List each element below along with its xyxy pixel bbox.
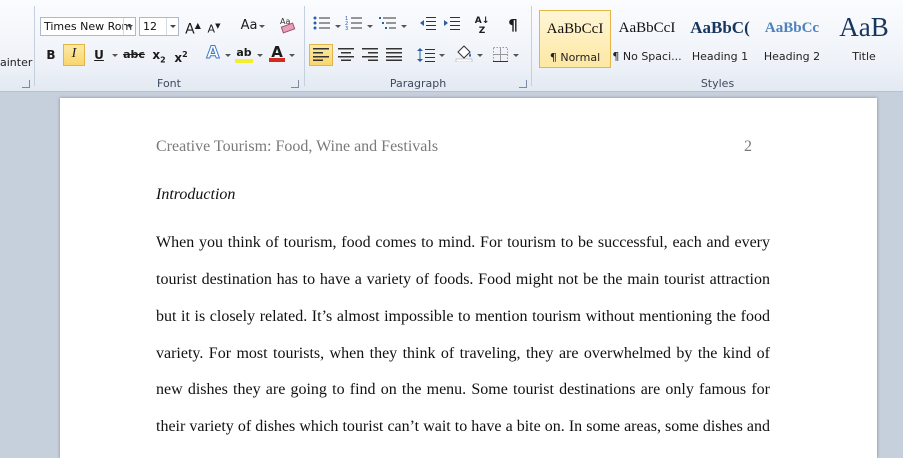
bullets-dropdown-icon[interactable]	[335, 25, 341, 28]
decrease-indent-icon	[420, 17, 436, 30]
increase-indent-button[interactable]	[441, 16, 463, 36]
change-case-button[interactable]: Aa	[235, 16, 265, 36]
font-dialog-launcher[interactable]	[291, 80, 299, 88]
body-text-line: but it is closely related. It’s almost i…	[156, 308, 770, 325]
document-area: Creative Tourism: Food, Wine and Festiva…	[0, 92, 903, 458]
body-text-line: their variety of dishes which tourist ca…	[156, 418, 770, 435]
justify-icon	[386, 48, 402, 61]
paragraph-dialog-launcher[interactable]	[519, 80, 527, 88]
underline-dropdown-icon[interactable]	[112, 54, 118, 57]
styles-group-label: Styles	[700, 77, 735, 90]
running-header-title: Creative Tourism: Food, Wine and Festiva…	[156, 138, 439, 155]
document-page[interactable]: Creative Tourism: Food, Wine and Festiva…	[60, 98, 877, 458]
line-spacing-dropdown-icon[interactable]	[439, 54, 445, 57]
page-number: 2	[744, 138, 752, 155]
sort-button[interactable]: A↓Z	[471, 16, 493, 36]
numbering-dropdown-icon[interactable]	[367, 25, 373, 28]
align-left-icon	[313, 48, 329, 61]
clipboard-group: ainter	[0, 0, 34, 91]
paragraph-group-label: Paragraph	[389, 77, 447, 90]
font-size-combo[interactable]: 12	[139, 17, 179, 36]
ribbon: ainter Times New Rom 12 A▲ A▼ Aa Aa B I …	[0, 0, 903, 92]
borders-icon	[492, 47, 508, 62]
grow-font-icon: A	[185, 21, 195, 38]
paint-bucket-icon	[455, 45, 473, 63]
text-effects-button[interactable]: A	[201, 43, 225, 64]
align-center-icon	[338, 48, 354, 61]
font-color-swatch	[269, 58, 285, 62]
font-name-combo[interactable]: Times New Rom	[40, 17, 136, 36]
strikethrough-button[interactable]: abc	[121, 45, 147, 65]
body-text-line: tourist destination has to have a variet…	[156, 271, 770, 288]
body-text-line: variety. For most tourists, when they th…	[156, 345, 770, 362]
numbering-icon: 123	[345, 16, 362, 32]
line-spacing-icon	[417, 48, 435, 62]
chevron-down-icon[interactable]	[123, 18, 135, 35]
bold-button[interactable]: B	[41, 45, 61, 65]
align-right-button[interactable]	[359, 45, 381, 65]
shrink-font-button[interactable]: A▼	[204, 16, 224, 36]
clear-formatting-icon: Aa	[280, 17, 296, 34]
body-text-line: When you think of tourism, food comes to…	[156, 234, 770, 251]
bullets-button[interactable]	[311, 16, 333, 36]
highlight-color-swatch	[235, 59, 253, 63]
multilevel-dropdown-icon[interactable]	[401, 25, 407, 28]
numbering-button[interactable]: 123	[343, 16, 365, 36]
clipboard-dialog-launcher[interactable]	[22, 80, 30, 88]
grow-font-button[interactable]: A▲	[183, 16, 203, 38]
format-painter-button[interactable]: ainter	[0, 56, 32, 69]
clear-formatting-button[interactable]: Aa	[278, 14, 298, 36]
highlight-dropdown-icon[interactable]	[257, 54, 263, 57]
svg-text:3: 3	[345, 26, 348, 30]
font-color-button[interactable]: A	[267, 42, 287, 62]
font-group: Times New Rom 12 A▲ A▼ Aa Aa B I U abc x…	[35, 0, 303, 91]
section-heading: Introduction	[156, 186, 236, 203]
styles-group: Styles	[532, 0, 903, 91]
highlight-button[interactable]: ab	[233, 43, 255, 63]
shading-dropdown-icon[interactable]	[477, 54, 483, 57]
highlighter-icon: ab	[236, 46, 252, 59]
align-center-button[interactable]	[335, 45, 357, 65]
text-effects-icon: A	[206, 43, 220, 64]
increase-indent-icon	[444, 17, 460, 30]
italic-button[interactable]: I	[63, 44, 85, 66]
superscript-button[interactable]: x2	[171, 45, 191, 65]
justify-button[interactable]	[383, 45, 405, 65]
font-size-value: 12	[143, 20, 157, 33]
line-spacing-button[interactable]	[415, 45, 437, 65]
shading-button[interactable]	[453, 44, 475, 64]
change-case-icon: Aa	[240, 18, 258, 33]
sort-icon: A↓Z	[474, 16, 490, 36]
show-formatting-button[interactable]: ¶	[503, 15, 523, 35]
body-text-line: new dishes they are going to find on the…	[156, 381, 770, 398]
borders-dropdown-icon[interactable]	[513, 54, 519, 57]
bullets-icon	[313, 16, 330, 30]
font-name-value: Times New Rom	[44, 20, 133, 33]
font-color-dropdown-icon[interactable]	[289, 54, 295, 57]
multilevel-list-icon	[379, 17, 396, 29]
paragraph-group: 123 A↓Z ¶ Paragraph	[305, 0, 531, 91]
shrink-font-icon: A	[207, 22, 216, 36]
underline-button[interactable]: U	[89, 45, 109, 65]
multilevel-list-button[interactable]	[377, 16, 399, 36]
font-group-label: Font	[157, 77, 181, 90]
subscript-button[interactable]: x2	[149, 45, 169, 65]
decrease-indent-button[interactable]	[417, 16, 439, 36]
borders-button[interactable]	[489, 45, 511, 65]
chevron-down-icon[interactable]	[166, 18, 178, 35]
text-effects-dropdown-icon[interactable]	[225, 54, 231, 57]
align-right-icon	[362, 48, 378, 61]
align-left-button[interactable]	[309, 44, 333, 66]
